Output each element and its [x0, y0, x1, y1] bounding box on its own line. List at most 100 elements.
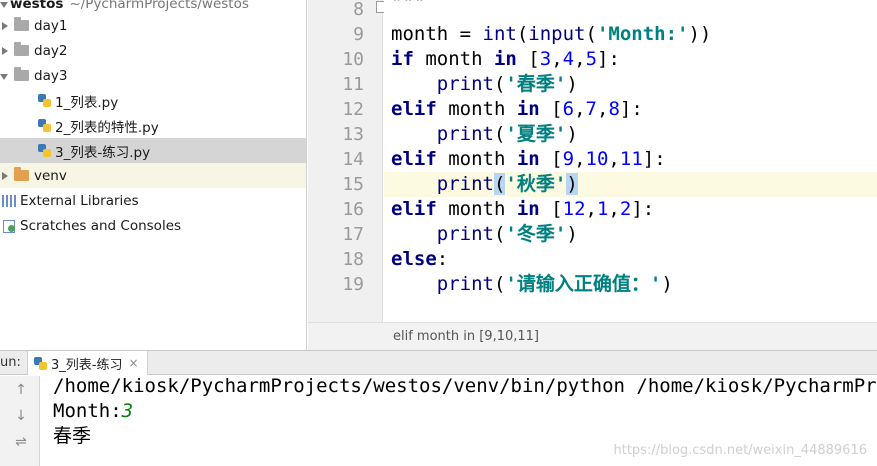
collapse-arrow-icon[interactable]	[0, 0, 10, 9]
code-line-11[interactable]: print('春季')	[391, 72, 578, 97]
code-token: ]:	[619, 98, 643, 120]
code-token: 2	[619, 198, 632, 220]
close-icon[interactable]: ×	[128, 356, 138, 370]
python-file-icon	[34, 356, 47, 370]
code-token: 4	[562, 48, 575, 70]
tree-item-label: day3	[34, 67, 68, 84]
code-token: month	[436, 198, 517, 220]
code-editor[interactable]: """ month = int(input('Month:')) if mont…	[384, 0, 877, 322]
code-token: ,	[596, 98, 609, 120]
code-token: in	[516, 148, 540, 170]
tree-item-day2[interactable]: day2	[0, 38, 306, 63]
console-prompt-line: Month:3	[53, 399, 133, 424]
line-number: 12	[342, 99, 364, 120]
code-token: ,	[608, 198, 620, 220]
code-line-9[interactable]: month = int(input('Month:'))	[391, 22, 711, 47]
run-tool-header: un: 3_列表-练习 ×	[0, 350, 877, 375]
project-panel: westos ~/PycharmProjects/westos day1 day…	[0, 0, 307, 350]
console-output: 春季	[53, 425, 92, 447]
code-token: '冬季'	[505, 223, 567, 245]
code-token: 'Month:'	[596, 23, 689, 45]
code-line-15[interactable]: print('秋季')	[391, 172, 578, 197]
code-token: [	[539, 148, 563, 170]
collapse-arrow-icon[interactable]	[0, 71, 10, 81]
project-root-path: ~/PycharmProjects/westos	[69, 0, 249, 12]
line-number: 18	[342, 249, 364, 270]
code-token: 10	[585, 148, 609, 170]
code-token: ]:	[631, 198, 655, 220]
scroll-down-icon[interactable]: ↓	[13, 408, 29, 424]
code-token: ]:	[597, 48, 620, 70]
run-console[interactable]: /home/kiosk/PycharmProjects/westos/venv/…	[41, 376, 877, 466]
line-number: 8	[353, 0, 364, 20]
tree-item-scratches[interactable]: Scratches and Consoles	[0, 213, 306, 238]
tree-item-day1[interactable]: day1	[0, 13, 306, 38]
tree-item-label: External Libraries	[20, 192, 139, 209]
python-file-icon	[38, 144, 51, 157]
python-file-icon	[38, 94, 51, 107]
breadcrumb-item[interactable]: elif month in [9,10,11]	[393, 329, 539, 344]
scratch-icon	[2, 219, 17, 233]
soft-wrap-icon[interactable]: ⇌	[13, 434, 29, 450]
line-number: 16	[342, 199, 364, 220]
code-line-10[interactable]: if month in [3,4,5]:	[391, 47, 620, 72]
code-token: (	[516, 23, 529, 45]
code-token: ]:	[642, 148, 666, 170]
code-line-17[interactable]: print('冬季')	[391, 222, 578, 247]
editor-breadcrumb[interactable]: elif month in [9,10,11]	[308, 322, 877, 350]
code-token: in	[516, 198, 540, 220]
expand-arrow-icon[interactable]	[0, 46, 10, 56]
line-number: 9	[353, 24, 364, 45]
code-token: '春季'	[505, 73, 567, 95]
console-input-value: 3	[121, 400, 134, 422]
code-token: print	[436, 273, 494, 295]
code-line-12[interactable]: elif month in [6,7,8]:	[391, 97, 643, 122]
tree-item-file-3[interactable]: 3_列表-练习.py	[0, 138, 306, 163]
code-token: print	[436, 123, 494, 145]
code-line-19[interactable]: print('请输入正确值：')	[391, 272, 673, 297]
matched-brace: )	[566, 173, 578, 195]
code-token: in	[493, 48, 517, 70]
console-command: /home/kiosk/PycharmProjects/westos/venv/…	[53, 376, 877, 397]
code-token: 9	[562, 148, 575, 170]
code-token: )	[566, 73, 578, 95]
expand-arrow-icon[interactable]	[0, 21, 10, 31]
tree-item-label: day1	[34, 17, 68, 34]
code-token: [	[539, 98, 563, 120]
code-token: (	[585, 23, 597, 45]
tree-item-external-libraries[interactable]: External Libraries	[0, 188, 306, 213]
folder-icon	[14, 167, 29, 181]
run-tool-label: un:	[0, 355, 21, 370]
tree-item-label: 2_列表的特性.py	[55, 119, 159, 136]
tree-item-label: 3_列表-练习.py	[55, 144, 151, 161]
code-line-14[interactable]: elif month in [9,10,11]:	[391, 147, 666, 172]
tree-item-day3[interactable]: day3	[0, 63, 306, 88]
code-token: [	[539, 198, 563, 220]
code-line-16[interactable]: elif month in [12,1,2]:	[391, 197, 654, 222]
code-token: 3	[539, 48, 552, 70]
line-number: 15	[342, 174, 364, 195]
tree-item-venv[interactable]: venv	[0, 163, 306, 188]
code-token: print	[436, 173, 494, 195]
code-token: ,	[551, 48, 563, 70]
code-token: elif	[391, 198, 437, 220]
code-line-18[interactable]: else:	[391, 247, 448, 272]
scroll-up-icon[interactable]: ↑	[13, 382, 29, 398]
tree-item-file-2[interactable]: 2_列表的特性.py	[0, 113, 306, 138]
editor-gutter[interactable]: 8 9 10 11 12 13 14 15 16 17 18 19	[308, 0, 387, 322]
code-token: if	[391, 48, 414, 70]
code-line-13[interactable]: print('夏季')	[391, 122, 578, 147]
expand-arrow-icon[interactable]	[0, 171, 10, 181]
line-number: 13	[342, 124, 364, 145]
run-tab[interactable]: 3_列表-练习 ×	[27, 351, 148, 375]
tree-item-file-1[interactable]: 1_列表.py	[0, 88, 306, 113]
code-token: )	[661, 273, 673, 295]
code-token: input	[528, 23, 586, 45]
tree-item-label: venv	[34, 167, 67, 184]
folder-icon	[14, 67, 29, 81]
code-token: ,	[574, 148, 586, 170]
code-token: ,	[574, 98, 586, 120]
line-number: 19	[342, 274, 364, 295]
